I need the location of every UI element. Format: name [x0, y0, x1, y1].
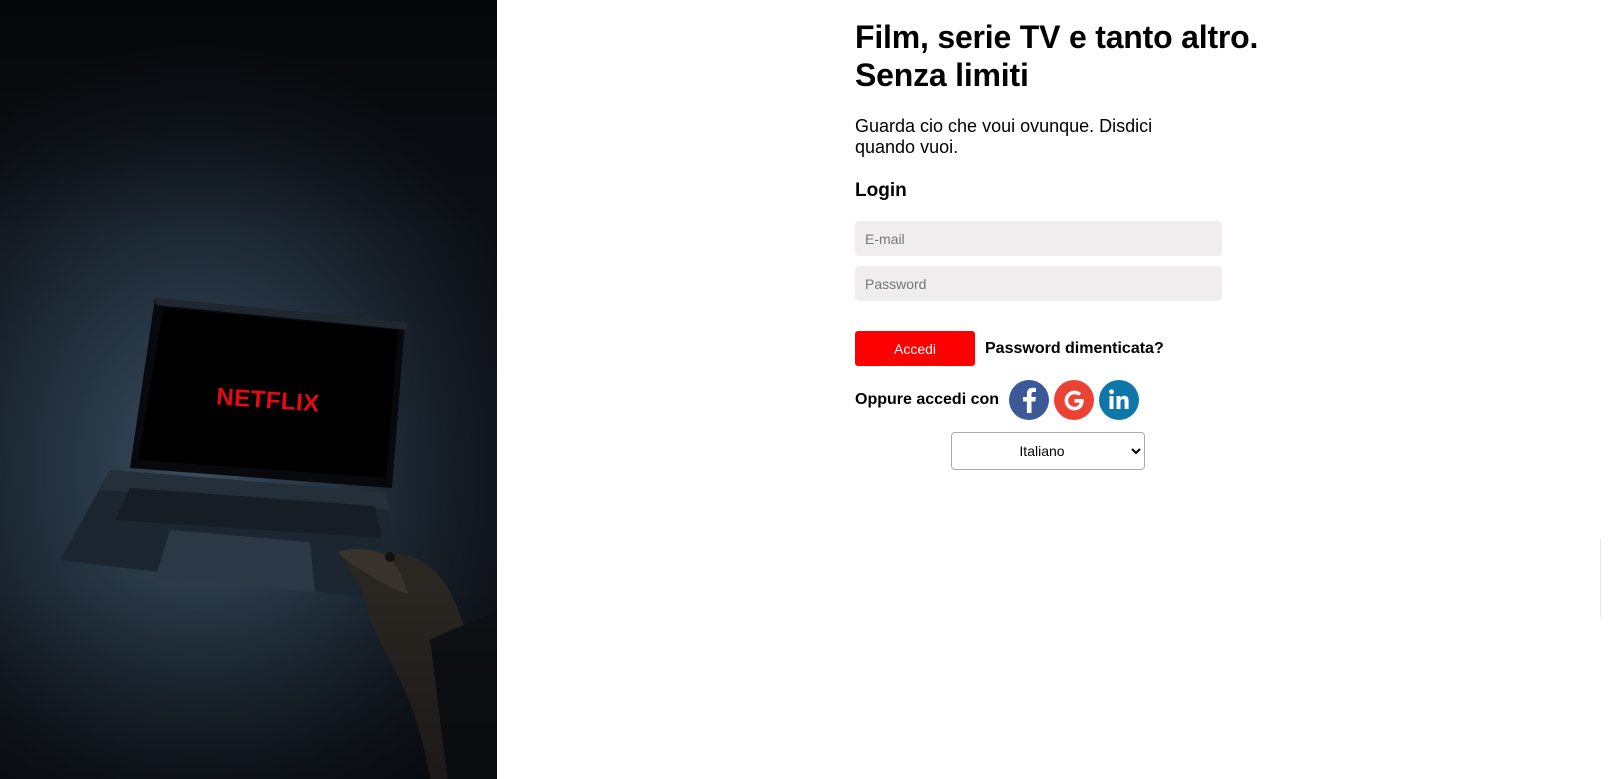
- password-field[interactable]: [855, 266, 1222, 301]
- login-button[interactable]: Accedi: [855, 331, 975, 366]
- login-panel: Film, serie TV e tanto altro. Senza limi…: [855, 18, 1275, 470]
- login-actions: Accedi Password dimenticata?: [855, 331, 1275, 366]
- linkedin-login-button[interactable]: [1099, 380, 1140, 420]
- forgot-password-link[interactable]: Password dimenticata?: [985, 340, 1164, 358]
- language-select[interactable]: Italiano: [951, 432, 1145, 470]
- subtitle: Guarda cio che voui ovunque. Disdici qua…: [855, 116, 1153, 157]
- headline-line-2: Senza limiti: [855, 57, 1029, 93]
- linkedin-icon: [1109, 389, 1129, 409]
- email-field[interactable]: [855, 221, 1222, 256]
- hero-image: NETFLIX: [0, 0, 497, 779]
- login-page: NETFLIX Film, serie TV e tanto altro. Se…: [0, 0, 1608, 779]
- right-edge-divider: [1600, 539, 1608, 617]
- facebook-icon: [1023, 387, 1037, 413]
- google-login-button[interactable]: [1054, 380, 1095, 420]
- google-icon: [1064, 390, 1084, 411]
- netflix-logo: NETFLIX: [215, 383, 320, 417]
- headline-line-1: Film, serie TV e tanto altro.: [855, 19, 1259, 55]
- laptop-illustration: NETFLIX: [60, 298, 497, 779]
- language-wrapper: Italiano: [855, 432, 1275, 470]
- page-title: Film, serie TV e tanto altro. Senza limi…: [855, 18, 1275, 94]
- facebook-login-button[interactable]: [1009, 380, 1050, 420]
- social-login-label: Oppure accedi con: [855, 391, 1000, 408]
- login-heading: Login: [855, 180, 907, 201]
- social-login: Oppure accedi con: [855, 380, 1275, 420]
